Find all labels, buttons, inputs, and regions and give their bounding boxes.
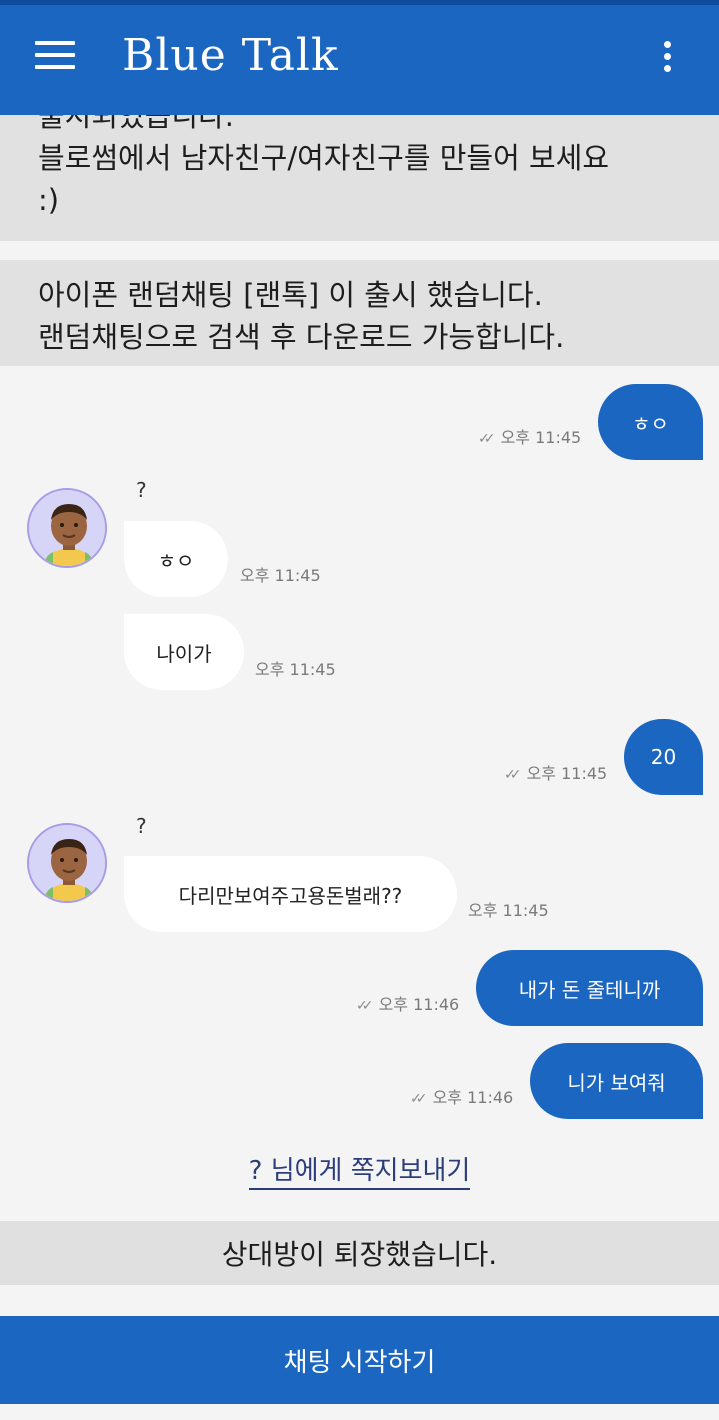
message-text: ㅎㅇ <box>632 411 669 436</box>
app-bar: Blue Talk <box>0 5 719 115</box>
message-text: 20 <box>650 745 677 769</box>
message-time: 오후 11:45 <box>526 764 608 783</box>
double-check-icon: ✓✓ <box>356 998 374 1014</box>
notice-banner: 아이폰 랜덤채팅 [랜톡] 이 출시 했습니다. 랜덤채팅으로 검색 후 다운로… <box>0 260 719 366</box>
leave-notice: 상대방이 퇴장했습니다. <box>0 1221 719 1285</box>
send-note-label: ? 님에게 쪽지보내기 <box>248 1156 471 1190</box>
double-check-icon: ✓✓ <box>504 767 522 783</box>
message-meta: ✓✓ 오후 11:45 <box>504 760 607 784</box>
start-chat-button[interactable]: 채팅 시작하기 <box>0 1316 719 1404</box>
sender-name: ? <box>136 814 147 838</box>
notice-line: 블로썸에서 남자친구/여자친구를 만들어 보세요 <box>38 141 610 175</box>
avatar-icon[interactable] <box>27 823 107 903</box>
outgoing-message-bubble[interactable]: 니가 보여줘 <box>530 1043 703 1119</box>
notice-line: :) <box>38 183 60 217</box>
message-text: 내가 돈 줄테니까 <box>518 977 661 1002</box>
app-title: Blue Talk <box>122 30 339 81</box>
notice-line: 랜덤채팅으로 검색 후 다운로드 가능합니다. <box>38 320 565 354</box>
message-text: ㅎㅇ <box>157 548 195 573</box>
message-time: 오후 11:46 <box>378 995 460 1014</box>
outgoing-message-bubble[interactable]: 내가 돈 줄테니까 <box>476 950 703 1026</box>
message-meta: ✓✓ 오후 11:45 <box>478 424 581 448</box>
message-text: 니가 보여줘 <box>567 1070 666 1095</box>
leave-notice-text: 상대방이 퇴장했습니다. <box>221 1238 498 1271</box>
message-text: 나이가 <box>156 641 212 666</box>
message-time: 오후 11:45 <box>240 566 321 585</box>
notice-line: 출시되었습니다. <box>38 115 234 133</box>
avatar-icon[interactable] <box>27 488 107 568</box>
more-vertical-icon[interactable] <box>655 41 679 81</box>
message-time: 오후 11:46 <box>432 1088 514 1107</box>
message-time: 오후 11:45 <box>500 428 582 447</box>
hamburger-menu-icon[interactable] <box>30 41 80 81</box>
notice-banner: 출시되었습니다. 블로썸에서 남자친구/여자친구를 만들어 보세요 :) <box>0 115 719 241</box>
message-text: 다리만보여주고용돈벌래?? <box>178 883 403 908</box>
outgoing-message-bubble[interactable]: ㅎㅇ <box>598 384 703 460</box>
message-meta: ✓✓ 오후 11:46 <box>410 1084 513 1108</box>
message-meta: ✓✓ 오후 11:46 <box>356 991 459 1015</box>
incoming-message-bubble[interactable]: 나이가 <box>124 614 244 690</box>
message-time: 오후 11:45 <box>255 660 336 679</box>
message-time: 오후 11:45 <box>468 901 549 920</box>
double-check-icon: ✓✓ <box>410 1091 428 1107</box>
outgoing-message-bubble[interactable]: 20 <box>624 719 703 795</box>
incoming-message-bubble[interactable]: ㅎㅇ <box>124 521 228 597</box>
incoming-message-bubble[interactable]: 다리만보여주고용돈벌래?? <box>124 856 457 932</box>
sender-name: ? <box>136 478 147 502</box>
start-chat-label: 채팅 시작하기 <box>283 1347 436 1378</box>
notice-line: 아이폰 랜덤채팅 [랜톡] 이 출시 했습니다. <box>38 278 543 312</box>
double-check-icon: ✓✓ <box>478 431 496 447</box>
send-note-link[interactable]: ? 님에게 쪽지보내기 <box>0 1150 719 1190</box>
